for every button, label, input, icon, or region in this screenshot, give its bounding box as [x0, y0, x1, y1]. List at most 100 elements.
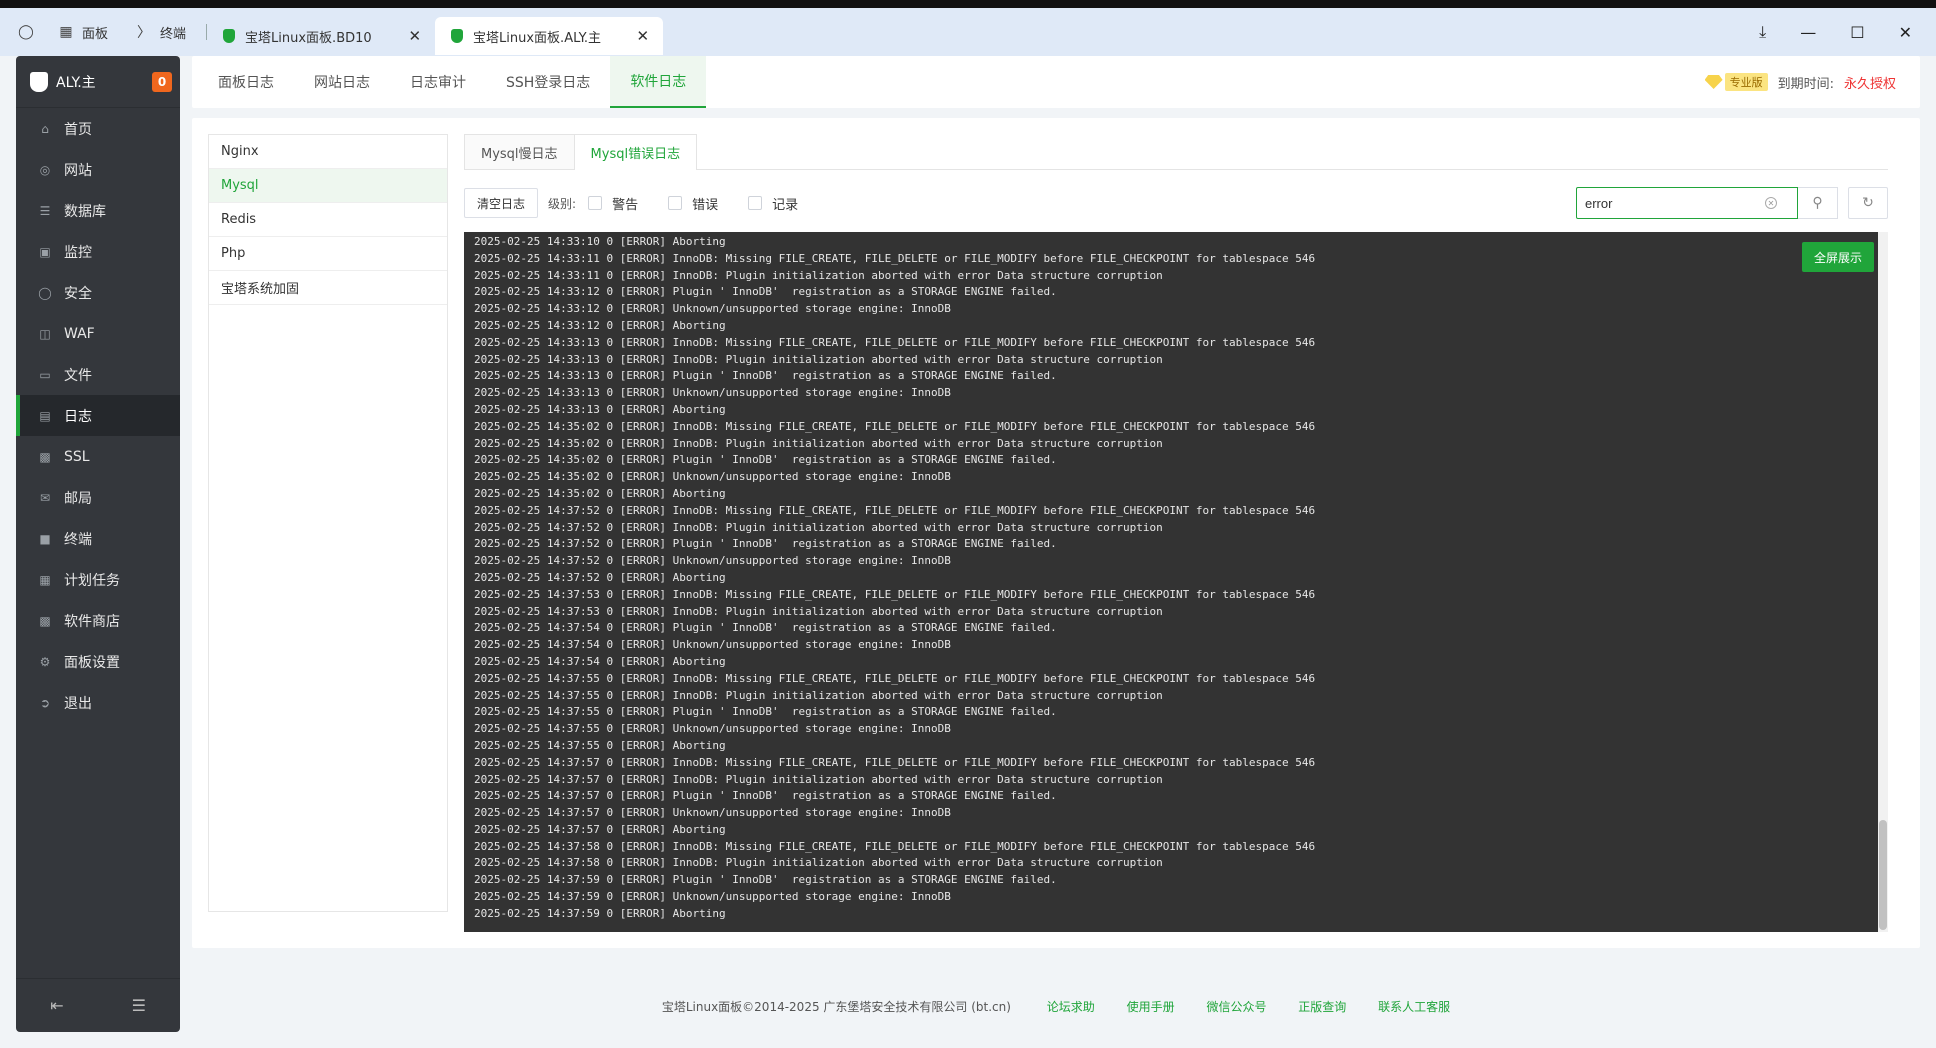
log-line: 2025-02-25 14:35:02 0 [ERROR] Plugin ' I…	[474, 453, 1057, 467]
software-item-php[interactable]: Php	[209, 237, 447, 271]
link-wechat[interactable]: 微信公众号	[1206, 1000, 1266, 1014]
refresh-button[interactable]: ↻	[1848, 187, 1888, 219]
close-tab-icon[interactable]: ✕	[636, 27, 649, 45]
search-input[interactable]	[1585, 195, 1765, 211]
tab-website-log[interactable]: 网站日志	[294, 56, 390, 108]
software-item-redis[interactable]: Redis	[209, 203, 447, 237]
panel-shortcut-button[interactable]: ▦ 面板	[50, 22, 114, 42]
log-line: 2025-02-25 14:37:55 0 [ERROR] Plugin ' I…	[474, 705, 1057, 719]
software-item-hardening[interactable]: 宝塔系统加固	[209, 271, 447, 305]
sidebar-item-ssl[interactable]: ▩ SSL	[16, 436, 180, 477]
mysql-log-tabs: Mysql慢日志 Mysql错误日志	[464, 134, 1888, 170]
log-line: 2025-02-25 14:37:54 0 [ERROR] Plugin ' I…	[474, 621, 1057, 635]
sidebar-item-store[interactable]: ▩ 软件商店	[16, 600, 180, 641]
message-badge[interactable]: 0	[152, 71, 172, 92]
link-forum[interactable]: 论坛求助	[1047, 1000, 1095, 1014]
sidebar-item-logout[interactable]: ➲ 退出	[16, 682, 180, 723]
sidebar-item-waf[interactable]: ◫ WAF	[16, 313, 180, 354]
sidebar-item-security[interactable]: ◯ 安全	[16, 272, 180, 313]
baota-favicon-icon	[223, 29, 236, 43]
browser-tabbar: ◯ ▦ 面板 〉 终端 宝塔Linux面板.BD10 ✕ 宝塔Linux面板.A…	[0, 0, 1936, 56]
sidebar-item-website[interactable]: ◎ 网站	[16, 149, 180, 190]
schedule-icon: ▦	[39, 572, 51, 587]
download-icon[interactable]: ⤓	[1759, 22, 1766, 42]
log-line: 2025-02-25 14:37:54 0 [ERROR] Unknown/un…	[474, 638, 951, 652]
pro-badge[interactable]: 专业版	[1704, 73, 1768, 91]
sidebar-item-terminal[interactable]: ■ 终端	[16, 518, 180, 559]
search-button[interactable]: ⚲	[1798, 187, 1838, 219]
server-name: ALY.主	[56, 74, 96, 91]
terminal-shortcut-button[interactable]: 〉 终端	[128, 22, 192, 42]
log-line: 2025-02-25 14:37:59 0 [ERROR] Unknown/un…	[474, 890, 951, 904]
store-icon: ▩	[39, 613, 51, 628]
tab-panel-log[interactable]: 面板日志	[198, 56, 294, 108]
sidebar-item-settings[interactable]: ⚙ 面板设置	[16, 641, 180, 682]
sidebar-menu: ⌂ 首页 ◎ 网站 ☰ 数据库 ▣ 监控 ◯ 安全 ◫ WAF ▭ 文件 ▤ 日志 ▩ SSL ✉…	[16, 108, 180, 723]
tab-mysql-slow-log[interactable]: Mysql慢日志	[464, 134, 575, 169]
sidebar: ALY.主 0 ⌂ 首页 ◎ 网站 ☰ 数据库 ▣ 监控 ◯ 安全 ◫ WAF ▭ 文件 ▤ 日…	[16, 56, 180, 1032]
log-toolbar: 清空日志 级别: 警告 错误 记录 ✕ ⚲ ↻	[464, 179, 1888, 227]
browser-tab-aly[interactable]: 宝塔Linux面板.ALY.主 ✕	[435, 17, 664, 55]
monitor-icon: ▣	[39, 244, 51, 259]
fullscreen-button[interactable]: 全屏展示	[1801, 242, 1874, 272]
log-line: 2025-02-25 14:37:52 0 [ERROR] InnoDB: Mi…	[474, 503, 1316, 517]
user-profile-icon[interactable]: ◯	[16, 22, 36, 42]
link-support[interactable]: 联系人工客服	[1378, 1000, 1450, 1014]
sidebar-item-monitor[interactable]: ▣ 监控	[16, 231, 180, 272]
main-content: 面板日志 网站日志 日志审计 SSH登录日志 软件日志 专业版 到期时间: 永久…	[192, 56, 1920, 1014]
log-line: 2025-02-25 14:37:52 0 [ERROR] Unknown/un…	[474, 554, 951, 568]
expire-label: 到期时间:	[1777, 76, 1834, 92]
minimize-icon[interactable]: —	[1800, 23, 1816, 42]
collapse-sidebar-icon[interactable]: ⇤	[50, 996, 63, 1015]
log-console: 2025-02-25 14:33:10 0 [ERROR] Aborting 20…	[464, 232, 1888, 932]
tab-software-log[interactable]: 软件日志	[610, 56, 707, 108]
maximize-icon[interactable]: ☐	[1850, 23, 1864, 42]
log-line: 2025-02-25 14:33:12 0 [ERROR] Aborting	[474, 318, 726, 332]
log-line: 2025-02-25 14:33:12 0 [ERROR] Unknown/un…	[474, 302, 951, 316]
folder-icon: ▭	[39, 367, 51, 382]
log-line: 2025-02-25 14:33:11 0 [ERROR] InnoDB: Mi…	[474, 251, 1316, 265]
home-icon: ⌂	[41, 121, 49, 136]
log-line: 2025-02-25 14:37:57 0 [ERROR] InnoDB: Pl…	[474, 772, 1163, 786]
clear-log-button[interactable]: 清空日志	[464, 188, 539, 218]
link-license-check[interactable]: 正版查询	[1298, 1000, 1346, 1014]
close-window-icon[interactable]: ✕	[1899, 23, 1912, 42]
checkbox-box[interactable]	[668, 196, 683, 210]
level-note-checkbox[interactable]: 记录	[748, 194, 798, 213]
sidebar-item-files[interactable]: ▭ 文件	[16, 354, 180, 395]
log-line: 2025-02-25 14:35:02 0 [ERROR] Unknown/un…	[474, 470, 951, 484]
checkbox-box[interactable]	[588, 196, 603, 210]
close-tab-icon[interactable]: ✕	[408, 27, 421, 45]
log-line: 2025-02-25 14:35:02 0 [ERROR] InnoDB: Mi…	[474, 419, 1316, 433]
log-line: 2025-02-25 14:37:59 0 [ERROR] Plugin ' I…	[474, 873, 1057, 887]
baota-favicon-icon	[451, 29, 464, 43]
software-item-nginx[interactable]: Nginx	[209, 135, 447, 169]
level-warning-checkbox[interactable]: 警告	[588, 194, 638, 213]
log-line: 2025-02-25 14:37:54 0 [ERROR] Aborting	[474, 654, 726, 668]
menu-list-icon[interactable]: ☰	[132, 996, 146, 1015]
browser-tab-bd10[interactable]: 宝塔Linux面板.BD10 ✕	[207, 17, 435, 55]
clear-search-icon[interactable]: ✕	[1765, 197, 1777, 209]
tab-log-audit[interactable]: 日志审计	[390, 56, 486, 108]
log-line: 2025-02-25 14:33:11 0 [ERROR] InnoDB: Pl…	[474, 268, 1163, 282]
log-line: 2025-02-25 14:33:12 0 [ERROR] Plugin ' I…	[474, 285, 1057, 299]
baota-logo-icon	[30, 71, 48, 92]
software-item-mysql[interactable]: Mysql	[209, 169, 447, 203]
link-manual[interactable]: 使用手册	[1127, 1000, 1175, 1014]
log-line: 2025-02-25 14:37:55 0 [ERROR] InnoDB: Mi…	[474, 671, 1316, 685]
sidebar-item-mail[interactable]: ✉ 邮局	[16, 477, 180, 518]
log-line: 2025-02-25 14:37:53 0 [ERROR] InnoDB: Mi…	[474, 587, 1316, 601]
sidebar-item-home[interactable]: ⌂ 首页	[16, 108, 180, 149]
log-line: 2025-02-25 14:37:55 0 [ERROR] Unknown/un…	[474, 722, 951, 736]
logout-icon: ➲	[39, 695, 51, 710]
checkbox-box[interactable]	[748, 196, 763, 210]
sidebar-item-database[interactable]: ☰ 数据库	[16, 190, 180, 231]
diamond-icon	[1704, 75, 1723, 89]
sidebar-item-logs[interactable]: ▤ 日志	[16, 395, 180, 436]
tab-ssh-log[interactable]: SSH登录日志	[486, 56, 610, 108]
tab-mysql-error-log[interactable]: Mysql错误日志	[574, 134, 698, 170]
scrollbar-thumb[interactable]	[1879, 820, 1887, 930]
content-panel: Nginx Mysql Redis Php 宝塔系统加固 Mysql慢日志 My…	[192, 118, 1920, 948]
sidebar-item-cron[interactable]: ▦ 计划任务	[16, 559, 180, 600]
level-error-checkbox[interactable]: 错误	[668, 194, 718, 213]
